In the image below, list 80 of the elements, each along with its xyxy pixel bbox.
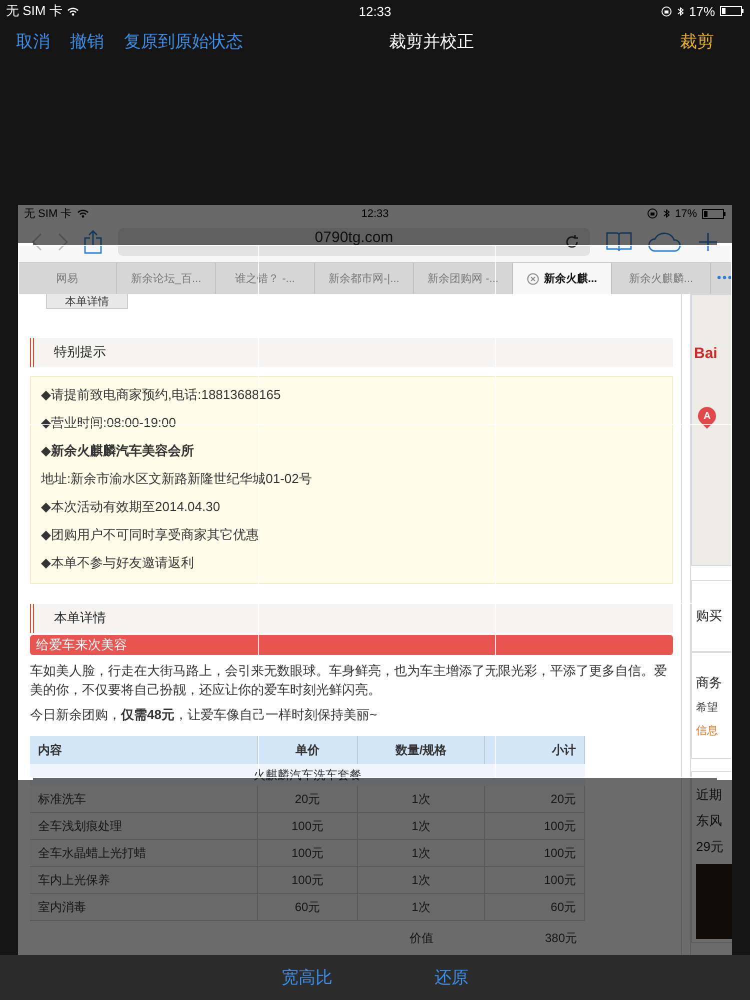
screen-title: 裁剪并校正 (388, 30, 475, 52)
table-cell: 1次 (358, 840, 485, 867)
table-cell: 100元 (485, 813, 585, 840)
clock-text: 12:33 (358, 4, 392, 18)
battery-icon (702, 208, 726, 218)
table-cell: 60元 (258, 894, 358, 921)
back-icon[interactable] (32, 233, 42, 251)
book-icon[interactable] (606, 232, 632, 252)
rotation-lock-icon (660, 6, 672, 16)
table-cell: 1次 (358, 894, 485, 921)
table-cell: 全车水晶蜡上光打蜡 (30, 840, 258, 867)
toolbar-button[interactable]: 还原 (428, 965, 474, 990)
crop-button[interactable]: 裁剪 (680, 30, 714, 52)
toolbar-button[interactable]: 复原到原始状态 (124, 30, 243, 52)
table-cell: 100元 (485, 840, 585, 867)
battery-text: 17% (674, 208, 697, 220)
rotation-lock-icon (646, 208, 658, 219)
column-header: 单价 (258, 736, 358, 764)
more-icon[interactable] (717, 275, 732, 280)
table-cell: 车内上光保养 (30, 867, 258, 894)
clock-text: 12:33 (361, 208, 389, 220)
notice-line: ◆本次活动有效期至2014.04.30 (41, 498, 222, 516)
deal-title: 东风 (696, 812, 723, 830)
toolbar-button[interactable]: 取消 (16, 30, 50, 52)
panel-title: 商务 (696, 674, 723, 692)
reload-icon[interactable] (564, 234, 580, 250)
table-cell: 全车浅划痕处理 (30, 813, 258, 840)
table-cell: 20元 (258, 786, 358, 813)
column-header: 数量/规格 (358, 736, 485, 764)
panel-text: 希望 (696, 700, 719, 714)
description-text: 车如美人脸，行走在大街马路上，会引来无数眼球。车身鲜亮，也为车主增添了无限光彩，平添了更多自信。爱美的你，不仅要将自己扮靓，还应让你的爱车时刻光鲜闪亮。 (30, 662, 668, 699)
table-cell: 室内消毒 (30, 894, 258, 921)
table-cell: 1次 (358, 867, 485, 894)
table-cell: 60元 (485, 894, 585, 921)
info-link[interactable]: 信息 (696, 722, 732, 738)
bluetooth-icon (676, 6, 684, 16)
notice-line: ◆新余火麒麟汽车美容会所 (41, 442, 195, 460)
wifi-icon (76, 209, 89, 218)
address-field[interactable]: 0790tg.com (118, 228, 590, 256)
notice-line: ◆请提前致电商家预约,电话:18813688165 (41, 386, 282, 404)
share-icon[interactable] (84, 230, 102, 254)
column-header: 小计 (485, 736, 585, 764)
total-label: 价值 (408, 930, 434, 946)
battery-icon (720, 6, 744, 16)
cloud-icon[interactable] (648, 232, 682, 252)
section-header: 本单详情 (30, 604, 673, 633)
table-cell: 标准洗车 (30, 786, 258, 813)
battery-text: 17% (688, 4, 716, 18)
notice-line: ◆团购用户不可同时享受商家其它优惠 (41, 526, 260, 544)
total-value: 380元 (544, 930, 578, 946)
title-banner: 给爱车来次美容 (30, 634, 673, 655)
carrier-text: 无 SIM 卡 (24, 207, 72, 221)
close-icon[interactable] (526, 272, 539, 284)
section-header: 特别提示 (30, 338, 673, 367)
notice-line: 地址:新余市渝水区文新路新隆世纪华城01-02号 (41, 470, 313, 488)
toolbar-button[interactable]: 宽高比 (276, 965, 338, 990)
bluetooth-icon (662, 208, 670, 219)
notice-line: ◆本单不参与好友邀请返利 (41, 554, 195, 572)
wifi-icon (67, 6, 80, 16)
deal-price: 29元 (696, 838, 724, 856)
table-cell: 100元 (258, 840, 358, 867)
plus-icon[interactable] (698, 232, 718, 252)
panel-title: 近期 (696, 786, 723, 804)
table-cell: 100元 (485, 867, 585, 894)
table-cell: 火麒麟汽车洗车套餐 (30, 764, 585, 786)
description-text: 今日新余团购，仅需48元，让爱车像自己一样时刻保持美丽~ (30, 706, 378, 724)
browser-tab[interactable]: 新余火麒... (513, 263, 612, 294)
table-cell: 1次 (358, 786, 485, 813)
carrier-text: 无 SIM 卡 (6, 2, 62, 20)
table-cell: 20元 (485, 786, 585, 813)
panel-title: 购买 (696, 607, 723, 625)
table-cell: 100元 (258, 867, 358, 894)
forward-icon[interactable] (58, 233, 68, 251)
notice-line: ◆营业时间:08:00-19:00 (41, 414, 178, 432)
table-cell: 100元 (258, 813, 358, 840)
table-cell: 1次 (358, 813, 485, 840)
map-logo: Bai (694, 345, 718, 362)
page-tab[interactable]: 本单详情 (46, 294, 128, 309)
column-header: 内容 (30, 736, 258, 764)
toolbar-button[interactable]: 撤销 (70, 30, 104, 52)
